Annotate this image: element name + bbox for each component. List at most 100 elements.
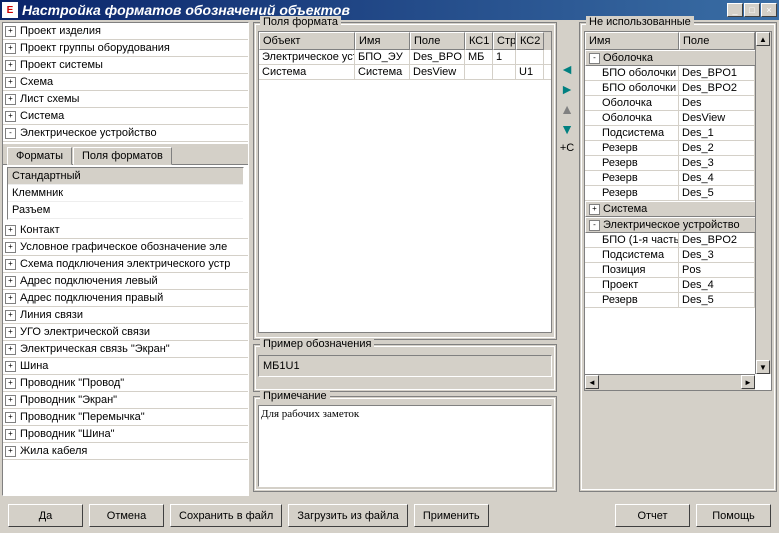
format-item[interactable]: Разъем <box>8 202 243 219</box>
format-item[interactable]: Клеммник <box>8 185 243 202</box>
column-header[interactable]: КС1 <box>465 32 493 50</box>
unused-grid[interactable]: ИмяПоле -ОболочкаБПО оболочкиDes_BPO1БПО… <box>584 31 772 391</box>
expand-icon[interactable]: + <box>5 344 16 355</box>
expand-icon[interactable]: + <box>5 361 16 372</box>
tree-item[interactable]: +Контакт <box>3 222 248 239</box>
scroll-right-icon[interactable]: ► <box>741 375 755 389</box>
table-row[interactable]: ОболочкаDes <box>585 96 771 111</box>
expand-icon[interactable]: + <box>5 94 16 105</box>
table-row[interactable]: РезервDes_3 <box>585 156 771 171</box>
add-c-button[interactable]: +С <box>560 142 574 154</box>
tree-item[interactable]: +УГО электрической связи <box>3 324 248 341</box>
tree-item[interactable]: +Условное графическое обозначение эле <box>3 239 248 256</box>
tab-fields[interactable]: Поля форматов <box>73 147 172 165</box>
help-button[interactable]: Помощь <box>696 504 771 527</box>
table-row[interactable]: РезервDes_4 <box>585 171 771 186</box>
scroll-up-icon[interactable]: ▲ <box>756 32 770 46</box>
expand-icon[interactable]: - <box>589 53 600 64</box>
table-row[interactable]: ПодсистемаDes_1 <box>585 126 771 141</box>
tree-item[interactable]: +Проект группы оборудования <box>3 40 248 57</box>
move-down-icon[interactable]: ▼ <box>560 122 574 136</box>
table-row[interactable]: РезервDes_5 <box>585 186 771 201</box>
expand-icon[interactable]: + <box>5 446 16 457</box>
tree-item[interactable]: +Адрес подключения левый <box>3 273 248 290</box>
move-up-icon[interactable]: ▲ <box>560 102 574 116</box>
format-item[interactable]: Стандартный <box>8 168 243 185</box>
tree-item[interactable]: +Электрическая связь "Экран" <box>3 341 248 358</box>
expand-icon[interactable]: + <box>5 111 16 122</box>
minimize-button[interactable]: _ <box>727 3 743 17</box>
apply-button[interactable]: Применить <box>414 504 489 527</box>
expand-icon[interactable]: + <box>5 77 16 88</box>
table-row[interactable]: Электрическое устБПО_ЭУDes_BPOМБ1 <box>259 50 551 65</box>
expand-icon[interactable]: + <box>5 378 16 389</box>
move-left-icon[interactable]: ◄ <box>560 62 574 76</box>
format-list[interactable]: СтандартныйКлеммникРазъем <box>7 167 244 220</box>
scroll-left-icon[interactable]: ◄ <box>585 375 599 389</box>
expand-icon[interactable]: + <box>5 276 16 287</box>
tree-item[interactable]: +Схема <box>3 74 248 91</box>
table-row[interactable]: ПозицияPos <box>585 263 771 278</box>
tree-item[interactable]: +Линия связи <box>3 307 248 324</box>
expand-icon[interactable]: + <box>589 204 600 215</box>
expand-icon[interactable]: + <box>5 43 16 54</box>
table-row[interactable]: ПроектDes_4 <box>585 278 771 293</box>
tree-item[interactable]: +Лист схемы <box>3 91 248 108</box>
horizontal-scrollbar[interactable]: ◄ ► <box>585 374 755 390</box>
tree-item[interactable]: +Схема подключения электрического устр <box>3 256 248 273</box>
move-right-icon[interactable]: ► <box>560 82 574 96</box>
table-row[interactable]: ПодсистемаDes_3 <box>585 248 771 263</box>
tab-formats[interactable]: Форматы <box>7 147 72 165</box>
cancel-button[interactable]: Отмена <box>89 504 164 527</box>
ok-button[interactable]: Да <box>8 504 83 527</box>
column-header[interactable]: Имя <box>355 32 410 50</box>
column-header[interactable]: Поле <box>410 32 465 50</box>
table-row[interactable]: РезервDes_5 <box>585 293 771 308</box>
object-tree[interactable]: +Проект изделия+Проект группы оборудован… <box>2 22 249 496</box>
tree-item[interactable]: +Проводник "Экран" <box>3 392 248 409</box>
table-row[interactable]: БПО (1-я часть)Des_BPO2 <box>585 233 771 248</box>
tree-item[interactable]: +Проект изделия <box>3 23 248 40</box>
tree-item[interactable]: +Проводник "Провод" <box>3 375 248 392</box>
group-header[interactable]: -Оболочка <box>585 50 771 66</box>
expand-icon[interactable]: + <box>5 26 16 37</box>
maximize-button[interactable]: □ <box>744 3 760 17</box>
expand-icon[interactable]: - <box>5 128 16 139</box>
table-row[interactable]: РезервDes_2 <box>585 141 771 156</box>
expand-icon[interactable]: + <box>5 310 16 321</box>
tree-item[interactable]: -Электрическое устройство <box>3 125 248 142</box>
expand-icon[interactable]: + <box>5 327 16 338</box>
column-header[interactable]: Имя <box>585 32 679 50</box>
table-row[interactable]: СистемаСистемаDesViewU1 <box>259 65 551 80</box>
tree-item[interactable]: +Проект системы <box>3 57 248 74</box>
vertical-scrollbar[interactable]: ▲ ▼ <box>755 32 771 374</box>
expand-icon[interactable]: + <box>5 225 16 236</box>
table-row[interactable]: ОболочкаDesView <box>585 111 771 126</box>
tree-item[interactable]: +Жила кабеля <box>3 443 248 460</box>
table-row[interactable]: БПО оболочкиDes_BPO1 <box>585 66 771 81</box>
tree-item[interactable]: +Проводник "Перемычка" <box>3 409 248 426</box>
expand-icon[interactable]: + <box>5 242 16 253</box>
save-to-file-button[interactable]: Сохранить в файл <box>170 504 282 527</box>
report-button[interactable]: Отчет <box>615 504 690 527</box>
note-textarea[interactable] <box>258 405 552 487</box>
tree-item[interactable]: +Система <box>3 108 248 125</box>
scroll-down-icon[interactable]: ▼ <box>756 360 770 374</box>
format-fields-grid[interactable]: ОбъектИмяПолеКС1СтрКС2 Электрическое уст… <box>258 31 552 333</box>
tree-item[interactable]: +Адрес подключения правый <box>3 290 248 307</box>
group-header[interactable]: +Система <box>585 201 771 217</box>
tree-item[interactable]: +Шина <box>3 358 248 375</box>
column-header[interactable]: Поле <box>679 32 755 50</box>
column-header[interactable]: КС2 <box>516 32 544 50</box>
expand-icon[interactable]: - <box>589 220 600 231</box>
tree-item[interactable]: +Проводник "Шина" <box>3 426 248 443</box>
table-row[interactable]: БПО оболочкиDes_BPO2 <box>585 81 771 96</box>
group-header[interactable]: -Электрическое устройство <box>585 217 771 233</box>
expand-icon[interactable]: + <box>5 395 16 406</box>
expand-icon[interactable]: + <box>5 259 16 270</box>
column-header[interactable]: Объект <box>259 32 355 50</box>
expand-icon[interactable]: + <box>5 293 16 304</box>
close-button[interactable]: × <box>761 3 777 17</box>
expand-icon[interactable]: + <box>5 60 16 71</box>
expand-icon[interactable]: + <box>5 429 16 440</box>
